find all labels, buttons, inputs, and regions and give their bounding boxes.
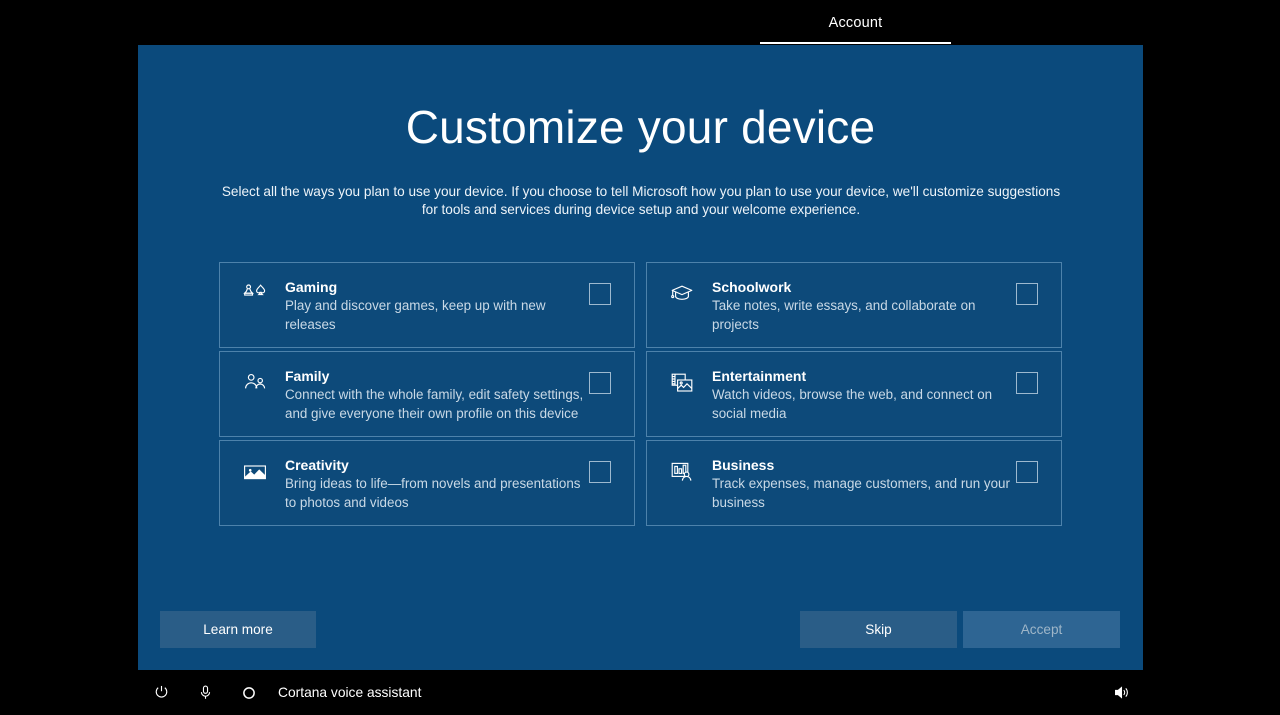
people-icon [242, 370, 268, 396]
option-text: Family Connect with the whole family, ed… [285, 368, 620, 423]
checkbox-schoolwork[interactable] [1016, 283, 1038, 305]
option-card-entertainment[interactable]: Entertainment Watch videos, browse the w… [646, 351, 1062, 437]
chart-person-icon [669, 459, 695, 485]
taskbar: Cortana voice assistant [0, 670, 1280, 715]
option-description: Play and discover games, keep up with ne… [285, 297, 586, 334]
film-photo-icon [669, 370, 695, 396]
option-title: Family [285, 368, 586, 385]
checkbox-business[interactable] [1016, 461, 1038, 483]
option-description: Bring ideas to life—from novels and pres… [285, 475, 586, 512]
tab-account-label: Account [829, 15, 883, 31]
page-subtitle: Select all the ways you plan to use your… [220, 183, 1062, 219]
page-title: Customize your device [138, 102, 1143, 153]
option-description: Watch videos, browse the web, and connec… [712, 386, 1013, 423]
power-icon[interactable] [148, 670, 174, 715]
checkbox-family[interactable] [589, 372, 611, 394]
option-text: Schoolwork Take notes, write essays, and… [712, 279, 1047, 334]
option-card-creativity[interactable]: Creativity Bring ideas to life—from nove… [219, 440, 635, 526]
option-text: Business Track expenses, manage customer… [712, 457, 1047, 512]
options-grid: Gaming Play and discover games, keep up … [219, 262, 1062, 526]
microphone-icon[interactable] [192, 670, 218, 715]
picture-icon [242, 459, 268, 485]
gaming-icon [242, 281, 268, 307]
graduation-cap-icon [669, 281, 695, 307]
option-title: Entertainment [712, 368, 1013, 385]
option-card-schoolwork[interactable]: Schoolwork Take notes, write essays, and… [646, 262, 1062, 348]
checkbox-entertainment[interactable] [1016, 372, 1038, 394]
option-card-gaming[interactable]: Gaming Play and discover games, keep up … [219, 262, 635, 348]
accept-button[interactable]: Accept [963, 611, 1120, 648]
tab-account[interactable]: Account [760, 0, 951, 45]
setup-panel: Customize your device Select all the way… [138, 45, 1143, 670]
learn-more-button[interactable]: Learn more [160, 611, 316, 648]
option-description: Connect with the whole family, edit safe… [285, 386, 586, 423]
option-text: Creativity Bring ideas to life—from nove… [285, 457, 620, 512]
checkbox-gaming[interactable] [589, 283, 611, 305]
option-description: Take notes, write essays, and collaborat… [712, 297, 1013, 334]
option-title: Gaming [285, 279, 586, 296]
cortana-circle-icon[interactable] [236, 670, 262, 715]
option-card-family[interactable]: Family Connect with the whole family, ed… [219, 351, 635, 437]
top-tab-strip: Account [0, 0, 1280, 45]
tab-active-underline [760, 42, 951, 44]
skip-button[interactable]: Skip [800, 611, 957, 648]
volume-icon[interactable] [1106, 670, 1136, 715]
oobe-screen: Account Customize your device Select all… [0, 0, 1280, 715]
checkbox-creativity[interactable] [589, 461, 611, 483]
option-title: Schoolwork [712, 279, 1013, 296]
option-description: Track expenses, manage customers, and ru… [712, 475, 1013, 512]
option-text: Entertainment Watch videos, browse the w… [712, 368, 1047, 423]
option-text: Gaming Play and discover games, keep up … [285, 279, 620, 334]
option-card-business[interactable]: Business Track expenses, manage customer… [646, 440, 1062, 526]
option-title: Business [712, 457, 1013, 474]
cortana-label: Cortana voice assistant [278, 670, 421, 715]
option-title: Creativity [285, 457, 586, 474]
